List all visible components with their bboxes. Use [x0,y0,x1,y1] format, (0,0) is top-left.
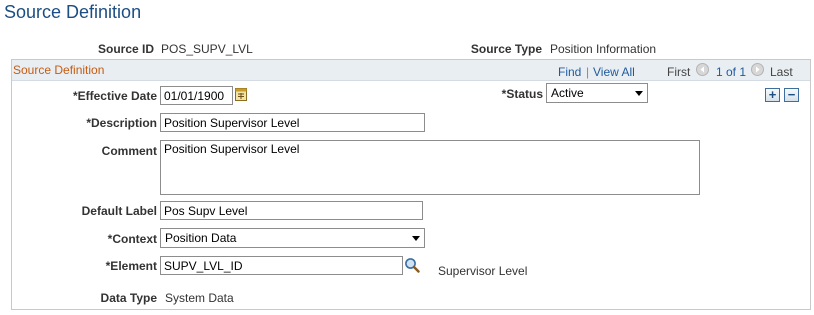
description-input[interactable] [160,113,425,132]
view-all-link[interactable]: View All [593,65,635,79]
row-range: 1 of 1 [716,65,747,79]
find-link[interactable]: Find [558,65,581,79]
default-label-label: Default Label [81,204,157,218]
add-row-button[interactable]: + [765,88,780,102]
previous-row-button[interactable] [696,63,709,76]
data-type-label: Data Type [100,291,157,305]
context-label: *Context [107,232,157,246]
default-label-input[interactable] [160,201,423,220]
source-id-label: Source ID [97,42,154,56]
element-lookup-button[interactable] [404,257,420,276]
element-description: Supervisor Level [438,264,528,278]
context-select[interactable]: Position Data [160,228,425,248]
delete-row-button[interactable]: − [784,88,799,102]
data-type-value: System Data [165,291,234,305]
status-select-value: Active [551,86,584,100]
effective-date-label: *Effective Date [72,89,157,103]
source-type-value: Position Information [550,42,657,56]
plus-icon: + [768,87,777,102]
first-label: First [667,65,691,79]
chevron-down-icon [635,90,643,96]
comment-label: Comment [101,144,157,158]
minus-icon: − [787,87,796,102]
nav-separator: | [586,65,590,79]
chevron-down-icon [412,235,420,241]
last-label: Last [770,65,793,79]
section-title: Source Definition [13,63,105,77]
page-title: Source Definition [4,2,142,22]
source-id-value: POS_SUPV_LVL [161,42,253,56]
comment-textarea[interactable]: Position Supervisor Level [160,140,700,195]
element-label: *Element [105,259,157,273]
chevron-right-icon [756,66,760,73]
context-select-value: Position Data [165,231,237,245]
description-label: *Description [86,116,157,130]
chevron-left-icon [700,66,704,73]
next-row-button[interactable] [751,63,764,76]
effective-date-input[interactable] [160,86,233,105]
calendar-button[interactable] [235,87,247,104]
status-select[interactable]: Active [546,83,648,103]
magnifier-icon [405,258,420,273]
calendar-icon [235,88,247,101]
status-label: *Status [501,87,543,101]
source-type-label: Source Type [470,42,542,56]
element-input[interactable] [160,256,403,275]
